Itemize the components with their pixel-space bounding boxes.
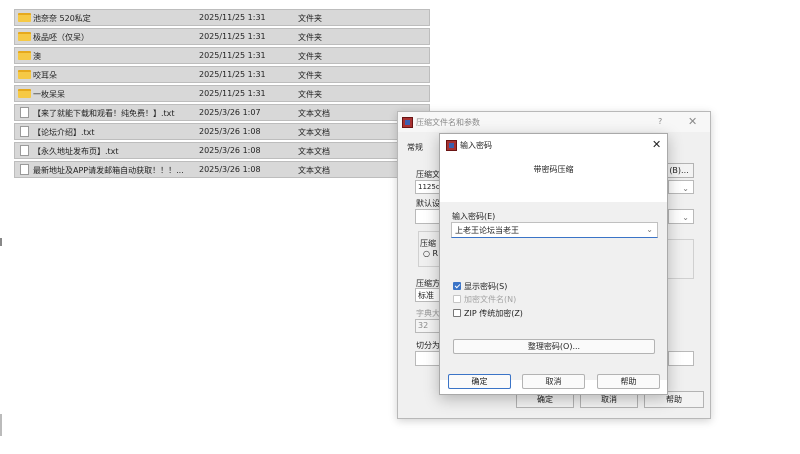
file-list: 池奈奈 520私定 2025/11/25 1:31 文件夹 极品呸（仅呆） 2025/1… bbox=[14, 0, 430, 178]
password-value: 上老王论坛当老王 bbox=[455, 226, 519, 235]
dictionary-label: 字典大 bbox=[416, 309, 440, 318]
default-profile-label: 默认设 bbox=[416, 199, 440, 208]
password-ok-button[interactable]: 确定 bbox=[448, 374, 511, 389]
folder-icon bbox=[18, 89, 31, 98]
text-file-icon bbox=[20, 126, 29, 137]
file-modified-date: 2025/11/25 1:31 bbox=[199, 89, 266, 98]
file-name: 【论坛介绍】.txt bbox=[33, 128, 95, 137]
organize-passwords-button[interactable]: 整理密码(O)... bbox=[453, 339, 655, 354]
password-dialog: 输入密码 ✕ 带密码压缩 输入密码(E) 上老王论坛当老王 ⌄ 显示密码(S) … bbox=[439, 133, 668, 395]
file-row[interactable]: 最新地址及APP请发邮箱自动获取！！！... 2025/3/26 1:08 文本文档 bbox=[14, 161, 430, 178]
close-icon[interactable]: ✕ bbox=[688, 115, 697, 128]
file-type: 文件夹 bbox=[298, 90, 322, 99]
folder-icon bbox=[18, 32, 31, 41]
file-type: 文本文档 bbox=[298, 147, 330, 156]
winrar-icon bbox=[446, 140, 457, 151]
file-name: 【来了就能下载和观看！纯免费！】.txt bbox=[33, 109, 175, 118]
password-cancel-button[interactable]: 取消 bbox=[522, 374, 585, 389]
checkbox-icon bbox=[453, 309, 461, 317]
text-file-icon bbox=[20, 145, 29, 156]
file-modified-date: 2025/11/25 1:31 bbox=[199, 51, 266, 60]
file-name: 池奈奈 520私定 bbox=[33, 14, 91, 23]
password-help-button[interactable]: 帮助 bbox=[597, 374, 660, 389]
password-input[interactable]: 上老王论坛当老王 ⌄ bbox=[451, 222, 658, 238]
chevron-down-icon: ⌄ bbox=[682, 213, 689, 222]
file-modified-date: 2025/11/25 1:31 bbox=[199, 32, 266, 41]
folder-row[interactable]: 池奈奈 520私定 2025/11/25 1:31 文件夹 bbox=[14, 9, 430, 26]
password-dialog-body: 输入密码(E) 上老王论坛当老王 ⌄ 显示密码(S) 加密文件名(N) ZIP … bbox=[440, 202, 667, 380]
file-row[interactable]: 【论坛介绍】.txt 2025/3/26 1:08 文本文档 bbox=[14, 123, 430, 140]
winrar-icon bbox=[402, 117, 413, 128]
split-dropdown[interactable] bbox=[668, 351, 694, 366]
file-name: 【永久地址发布页】.txt bbox=[33, 147, 119, 156]
file-modified-date: 2025/3/26 1:08 bbox=[199, 165, 261, 174]
close-icon[interactable]: ✕ bbox=[652, 138, 661, 151]
zip-legacy-encryption-label: ZIP 传统加密(Z) bbox=[464, 309, 523, 318]
archive-name-dropdown[interactable]: ⌄ bbox=[668, 180, 694, 194]
tab-general[interactable]: 常规 bbox=[407, 142, 423, 153]
split-label: 切分为 bbox=[416, 341, 440, 350]
file-name: 最新地址及APP请发邮箱自动获取！！！... bbox=[33, 166, 184, 175]
file-name: 咬耳朵 bbox=[33, 71, 57, 80]
chevron-down-icon[interactable]: ⌄ bbox=[646, 225, 653, 234]
file-type: 文本文档 bbox=[298, 109, 330, 118]
edge-marker bbox=[0, 238, 2, 246]
password-dialog-titlebar: 输入密码 ✕ bbox=[440, 134, 667, 156]
file-name: 澳 bbox=[33, 52, 41, 61]
file-modified-date: 2025/3/26 1:08 bbox=[199, 127, 261, 136]
password-dialog-subtitle: 带密码压缩 bbox=[533, 165, 574, 174]
browse-button[interactable]: (B)... bbox=[664, 163, 694, 178]
file-row[interactable]: 【来了就能下载和观看！纯免费！】.txt 2025/3/26 1:07 文本文档 bbox=[14, 104, 430, 121]
file-name: 一枚呆呆 bbox=[33, 90, 65, 99]
file-type: 文件夹 bbox=[298, 52, 322, 61]
file-type: 文件夹 bbox=[298, 33, 322, 42]
archive-dialog-title: 压缩文件名和参数 bbox=[416, 118, 480, 127]
folder-row[interactable]: 澳 2025/11/25 1:31 文件夹 bbox=[14, 47, 430, 64]
profile-dropdown[interactable]: ⌄ bbox=[668, 209, 694, 224]
file-row[interactable]: 【永久地址发布页】.txt 2025/3/26 1:08 文本文档 bbox=[14, 142, 430, 159]
password-label: 输入密码(E) bbox=[452, 212, 496, 221]
folder-icon bbox=[18, 70, 31, 79]
help-icon[interactable]: ? bbox=[658, 117, 662, 126]
file-modified-date: 2025/11/25 1:31 bbox=[199, 13, 266, 22]
file-modified-date: 2025/3/26 1:07 bbox=[199, 108, 261, 117]
file-modified-date: 2025/11/25 1:31 bbox=[199, 70, 266, 79]
text-file-icon bbox=[20, 107, 29, 118]
text-file-icon bbox=[20, 164, 29, 175]
folder-row[interactable]: 极品呸（仅呆） 2025/11/25 1:31 文件夹 bbox=[14, 28, 430, 45]
options-group bbox=[668, 239, 694, 279]
checkbox-checked-icon bbox=[453, 282, 461, 290]
password-dialog-title: 输入密码 bbox=[460, 141, 492, 150]
edge-scroll-marker bbox=[0, 414, 2, 436]
archive-dialog-titlebar: 压缩文件名和参数 ? ✕ bbox=[398, 112, 710, 132]
folder-icon bbox=[18, 13, 31, 22]
encrypt-filenames-label: 加密文件名(N) bbox=[464, 295, 517, 304]
archive-name-label: 压缩文 bbox=[416, 170, 440, 179]
chevron-down-icon: ⌄ bbox=[682, 184, 689, 193]
folder-row[interactable]: 咬耳朵 2025/11/25 1:31 文件夹 bbox=[14, 66, 430, 83]
show-password-label: 显示密码(S) bbox=[464, 282, 508, 291]
folder-icon bbox=[18, 51, 31, 60]
checkbox-icon bbox=[453, 295, 461, 303]
file-type: 文本文档 bbox=[298, 128, 330, 137]
folder-row[interactable]: 一枚呆呆 2025/11/25 1:31 文件夹 bbox=[14, 85, 430, 102]
format-rar-radio[interactable]: ○ R bbox=[423, 249, 438, 258]
file-type: 文件夹 bbox=[298, 71, 322, 80]
format-label: 压缩 bbox=[420, 239, 436, 248]
file-type: 文件夹 bbox=[298, 14, 322, 23]
file-name: 极品呸（仅呆） bbox=[33, 33, 89, 42]
file-modified-date: 2025/3/26 1:08 bbox=[199, 146, 261, 155]
file-type: 文本文档 bbox=[298, 166, 330, 175]
